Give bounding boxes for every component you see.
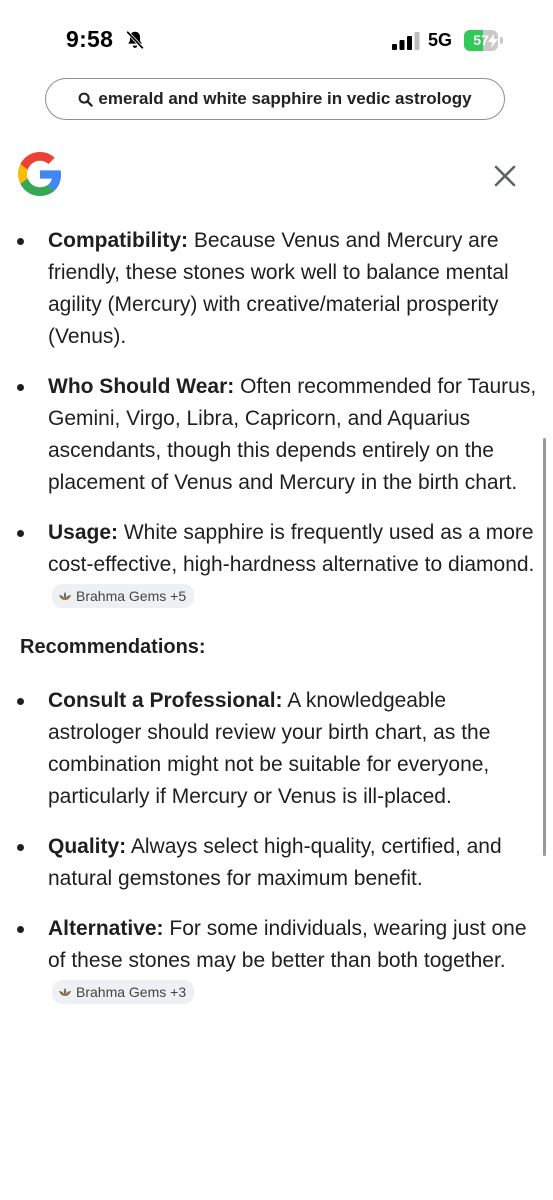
network-type: 5G [428, 30, 453, 50]
battery-icon: 57 [464, 30, 504, 51]
recommendations-list: Consult a Professional: A knowledgeable … [0, 685, 553, 1009]
item-label: Quality: [48, 835, 127, 858]
scrollbar[interactable] [543, 438, 546, 856]
bell-slash-icon [126, 30, 144, 50]
list-item: Consult a Professional: A knowledgeable … [0, 685, 553, 813]
close-icon[interactable] [490, 161, 520, 191]
charging-bolt-icon [488, 34, 498, 48]
item-label: Who Should Wear: [48, 375, 235, 398]
item-label: Alternative: [48, 917, 164, 940]
search-icon [78, 92, 94, 107]
source-chip-label: Brahma Gems +5 [76, 588, 187, 604]
list-item: Who Should Wear: Often recommended for T… [0, 371, 553, 499]
list-item: Quality: Always select high-quality, cer… [0, 831, 553, 895]
list-item: Compatibility: Because Venus and Mercury… [0, 225, 553, 353]
source-chip[interactable]: Brahma Gems +5 [52, 584, 195, 608]
search-bar[interactable]: emerald and white sapphire in vedic astr… [45, 78, 505, 120]
item-text: White sapphire is frequently used as a m… [48, 521, 535, 576]
status-time: 9:58 [66, 26, 114, 52]
ai-answer-content: Compatibility: Because Venus and Mercury… [0, 225, 553, 1027]
list-item: Alternative: For some individuals, weari… [0, 913, 553, 1009]
item-label: Compatibility: [48, 229, 188, 252]
item-label: Consult a Professional: [48, 689, 283, 712]
details-list: Compatibility: Because Venus and Mercury… [0, 225, 553, 613]
search-query: emerald and white sapphire in vedic astr… [98, 89, 472, 108]
section-heading: Recommendations: [20, 636, 206, 658]
lotus-icon [59, 988, 71, 996]
google-logo-icon[interactable] [18, 152, 62, 196]
source-chip-label: Brahma Gems +3 [76, 984, 187, 1000]
source-chip[interactable]: Brahma Gems +3 [52, 980, 195, 1004]
list-item: Usage: White sapphire is frequently used… [0, 517, 553, 613]
status-bar: 9:58 5G 57 [0, 0, 553, 80]
cellular-signal-icon [392, 32, 420, 50]
item-label: Usage: [48, 521, 119, 544]
lotus-icon [59, 592, 71, 600]
